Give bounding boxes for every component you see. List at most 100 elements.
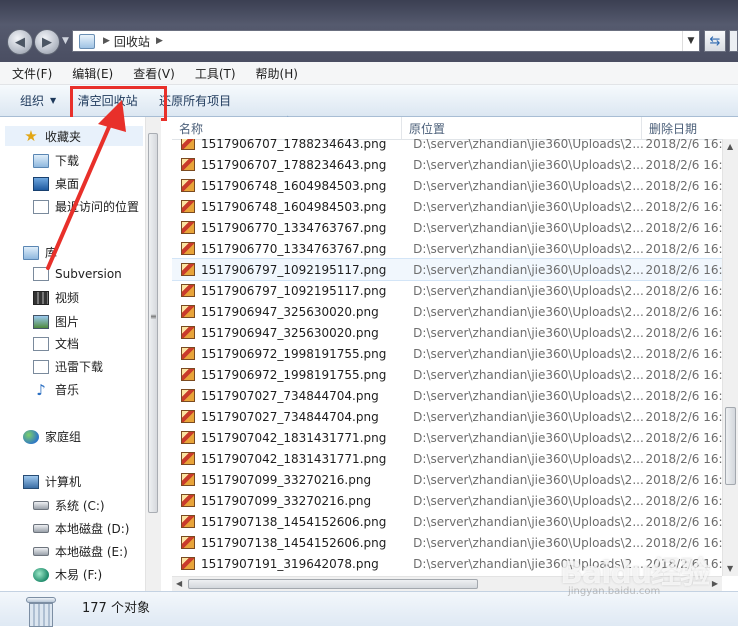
video-icon [33, 290, 49, 305]
object-count: 177 个对象 [82, 601, 150, 616]
nav-documents-label: 文档 [55, 337, 80, 351]
column-original-location[interactable]: 原位置 [402, 117, 642, 139]
png-file-icon [181, 452, 195, 465]
history-dropdown-icon[interactable]: ▼ [62, 36, 69, 46]
menu-help[interactable]: 帮助(H) [244, 65, 306, 82]
nav-drive-c[interactable]: 系统 (C:) [33, 497, 105, 514]
menu-tools[interactable]: 工具(T) [183, 65, 244, 82]
nav-homegroup[interactable]: 家庭组 [23, 428, 81, 445]
column-date-deleted[interactable]: 删除日期 [642, 117, 738, 139]
table-row[interactable]: 1517906707_1788234643.png D:\server\zhand… [172, 154, 722, 175]
table-row[interactable]: 1517906748_1604984503.png D:\server\zhand… [172, 175, 722, 196]
menu-view[interactable]: 查看(V) [121, 65, 183, 82]
organize-button[interactable]: 组织 ▼ [0, 85, 66, 116]
table-row[interactable]: 1517906797_1092195117.png D:\server\zhand… [172, 280, 722, 301]
table-row[interactable]: 1517906770_1334763767.png D:\server\zhand… [172, 238, 722, 259]
table-row[interactable]: 1517907099_33270216.png D:\server\zhandia… [172, 490, 722, 511]
file-name: 1517907138_1454152606.png [201, 535, 387, 550]
address-dropdown-icon[interactable]: ▼ [682, 31, 699, 51]
nav-thunder-downloads[interactable]: 迅雷下载 [33, 358, 103, 375]
file-name: 1517906748_1604984503.png [201, 178, 387, 193]
forward-button[interactable]: ▶ [34, 29, 60, 55]
baidu-watermark-url: jingyan.baidu.com [568, 586, 661, 597]
table-row[interactable]: 1517907042_1831431771.png D:\server\zhand… [172, 448, 722, 469]
nav-favorites-label: 收藏夹 [45, 129, 82, 144]
table-row[interactable]: 1517906797_1092195117.png D:\server\zhand… [172, 258, 722, 281]
menu-file[interactable]: 文件(F) [0, 65, 60, 82]
table-row[interactable]: 1517906972_1998191755.png D:\server\zhand… [172, 364, 722, 385]
back-button[interactable]: ◀ [7, 29, 33, 55]
table-row[interactable]: 1517906947_325630020.png D:\server\zhandi… [172, 322, 722, 343]
computer-icon [23, 474, 39, 489]
file-name: 1517906947_325630020.png [201, 325, 379, 340]
breadcrumb-separator-icon[interactable]: ▶ [156, 36, 163, 46]
nav-recent-label: 最近访问的位置 [55, 200, 140, 214]
png-file-icon [181, 305, 195, 318]
table-row[interactable]: 1517907042_1831431771.png D:\server\zhand… [172, 427, 722, 448]
table-row[interactable]: 1517906707_1788234643.png D:\server\zhand… [172, 139, 722, 154]
disc-drive-icon [33, 567, 49, 582]
nav-videos[interactable]: 视频 [33, 289, 79, 306]
column-header: 名称 原位置 删除日期 [172, 117, 738, 140]
scroll-right-icon[interactable]: ▶ [712, 579, 718, 588]
table-row[interactable]: 1517906972_1998191755.png D:\server\zhand… [172, 343, 722, 364]
nav-favorites[interactable]: ★ 收藏夹 [5, 126, 143, 146]
nav-desktop[interactable]: 桌面 [33, 175, 79, 192]
table-row[interactable]: 1517907138_1454152606.png D:\server\zhand… [172, 511, 722, 532]
png-file-icon [181, 263, 195, 276]
address-bar[interactable]: ▶ 回收站 ▶ ▼ [72, 30, 700, 52]
search-box-edge[interactable] [729, 30, 738, 52]
table-row[interactable]: 1517907027_734844704.png D:\server\zhandi… [172, 406, 722, 427]
hard-drive-icon [33, 547, 49, 556]
table-row[interactable]: 1517907099_33270216.png D:\server\zhandia… [172, 469, 722, 490]
table-row[interactable]: 1517906947_325630020.png D:\server\zhandi… [172, 301, 722, 322]
file-original-location: D:\server\zhandian\jie360\Uploads\2... [413, 388, 643, 403]
file-date-deleted: 2018/2/6 16: [645, 220, 722, 235]
table-row[interactable]: 1517906770_1334763767.png D:\server\zhand… [172, 217, 722, 238]
nav-documents[interactable]: 文档 [33, 335, 79, 352]
horizontal-scrollbar-thumb[interactable] [188, 579, 478, 589]
breadcrumb-recycle-bin[interactable]: 回收站 [114, 33, 150, 50]
vertical-scrollbar-thumb[interactable] [725, 407, 736, 485]
nav-drive-e[interactable]: 本地磁盘 (E:) [33, 543, 128, 560]
png-file-icon [181, 515, 195, 528]
file-list-vertical-scrollbar[interactable]: ▲ ▼ [722, 139, 738, 576]
nav-subversion-label: Subversion [55, 267, 122, 281]
refresh-button[interactable]: ⇆ [704, 30, 726, 52]
table-row[interactable]: 1517907027_734844704.png D:\server\zhandi… [172, 385, 722, 406]
navigation-scrollbar[interactable]: ≡ [145, 117, 161, 591]
nav-music[interactable]: ♪ 音乐 [33, 381, 79, 398]
documents-icon [33, 336, 49, 351]
table-row[interactable]: 1517906748_1604984503.png D:\server\zhand… [172, 196, 722, 217]
column-name[interactable]: 名称 [172, 117, 402, 139]
nav-drive-d[interactable]: 本地磁盘 (D:) [33, 520, 129, 537]
nav-computer[interactable]: 计算机 [23, 473, 81, 490]
hard-drive-icon [33, 524, 49, 533]
file-original-location: D:\server\zhandian\jie360\Uploads\2... [413, 367, 643, 382]
png-file-icon [181, 347, 195, 360]
file-original-location: D:\server\zhandian\jie360\Uploads\2... [413, 493, 643, 508]
nav-libraries[interactable]: 库 [23, 244, 57, 261]
scroll-left-icon[interactable]: ◀ [176, 579, 182, 588]
png-file-icon [181, 536, 195, 549]
file-name: 1517906947_325630020.png [201, 304, 379, 319]
file-name: 1517907099_33270216.png [201, 472, 372, 487]
nav-pictures[interactable]: 图片 [33, 313, 79, 330]
breadcrumb-separator-icon[interactable]: ▶ [103, 36, 110, 46]
png-file-icon [181, 494, 195, 507]
nav-drive-f[interactable]: 木易 (F:) [33, 566, 102, 583]
scroll-up-icon[interactable]: ▲ [727, 142, 733, 151]
file-date-deleted: 2018/2/6 16: [645, 283, 722, 298]
nav-subversion[interactable]: Subversion [33, 267, 122, 281]
nav-drive-e-label: 本地磁盘 (E:) [55, 545, 128, 559]
file-name: 1517907042_1831431771.png [201, 451, 387, 466]
navigation-scrollbar-thumb[interactable] [148, 133, 158, 513]
nav-recent-places[interactable]: 最近访问的位置 [33, 198, 139, 215]
nav-downloads[interactable]: 下载 [33, 152, 79, 169]
file-original-location: D:\server\zhandian\jie360\Uploads\2... [413, 430, 643, 445]
scroll-down-icon[interactable]: ▼ [727, 564, 733, 573]
png-file-icon [181, 410, 195, 423]
menu-bar: 文件(F) 编辑(E) 查看(V) 工具(T) 帮助(H) [0, 62, 738, 85]
menu-edit[interactable]: 编辑(E) [60, 65, 121, 82]
file-date-deleted: 2018/2/6 16: [645, 451, 722, 466]
